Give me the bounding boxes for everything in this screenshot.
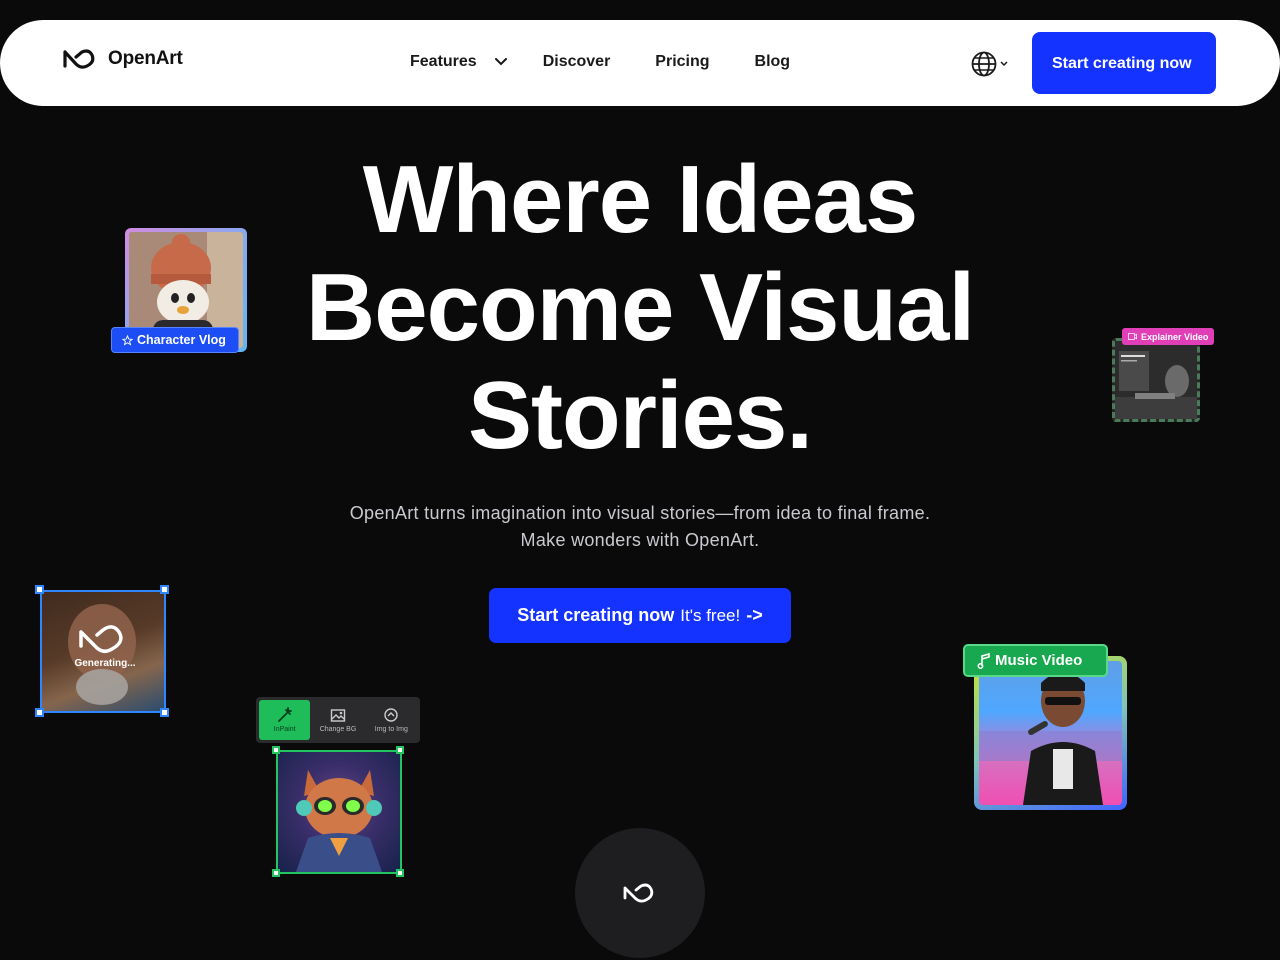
music-video-card xyxy=(974,656,1127,810)
music-video-badge: Music Video xyxy=(963,644,1108,677)
resize-handle[interactable] xyxy=(160,585,169,594)
image-tool-bar: InPaint Change BG Img to Img xyxy=(256,697,420,743)
nav-features[interactable]: Features xyxy=(410,53,507,71)
nav-start-creating-button[interactable]: Start creating now xyxy=(1032,32,1216,94)
music-video-label: Music Video xyxy=(995,652,1083,669)
hero-subtitle: OpenArt turns imagination into visual st… xyxy=(240,500,1040,554)
resize-handle[interactable] xyxy=(272,746,280,754)
character-vlog-label: Character Vlog xyxy=(137,333,226,347)
resize-handle[interactable] xyxy=(160,708,169,717)
change-bg-icon xyxy=(330,709,346,722)
infinity-icon xyxy=(79,625,123,653)
hero-subtitle-line: Make wonders with OpenArt. xyxy=(520,530,760,550)
chevron-down-icon xyxy=(494,58,507,66)
openart-logo-icon xyxy=(63,49,95,69)
tool-change-bg[interactable]: Change BG xyxy=(312,700,363,740)
generating-label: Generating... xyxy=(74,658,136,669)
hero-cta-bold: Start creating now xyxy=(517,605,675,625)
explainer-video-card xyxy=(1112,338,1200,422)
resize-handle[interactable] xyxy=(35,708,44,717)
generating-card: Generating... xyxy=(40,590,166,713)
language-selector[interactable] xyxy=(970,50,1008,78)
hero-title-line: Where Ideas xyxy=(362,146,919,253)
top-nav: OpenArt Features Discover Pricing Blog S… xyxy=(0,20,1280,106)
globe-icon xyxy=(971,51,997,77)
star-icon xyxy=(122,334,133,346)
resize-handle[interactable] xyxy=(396,869,404,877)
chevron-down-icon xyxy=(1000,61,1008,67)
explainer-video-label: Explainer Video xyxy=(1141,331,1209,342)
infinity-icon xyxy=(623,883,654,903)
openart-fab[interactable] xyxy=(575,828,705,958)
hero-title-line: Stories. xyxy=(467,362,813,469)
resize-handle[interactable] xyxy=(272,869,280,877)
hero-title-line: Become Visual xyxy=(305,254,975,361)
hero-subtitle-line: OpenArt turns imagination into visual st… xyxy=(349,503,931,523)
music-video-image xyxy=(979,661,1122,805)
tool-inpaint-label: InPaint xyxy=(273,726,296,733)
video-icon xyxy=(1128,333,1137,340)
tool-img-to-img-label: Img to Img xyxy=(374,726,408,733)
img-to-img-icon xyxy=(384,708,399,722)
resize-handle[interactable] xyxy=(35,585,44,594)
nav-pricing[interactable]: Pricing xyxy=(655,53,709,71)
brand-name: OpenArt xyxy=(108,48,183,69)
tool-inpaint[interactable]: InPaint xyxy=(259,700,311,740)
hero-start-creating-button[interactable]: Start creating now It's free! -> xyxy=(489,588,791,643)
tool-change-bg-label: Change BG xyxy=(319,726,357,733)
music-note-icon xyxy=(977,652,990,669)
logo[interactable]: OpenArt xyxy=(62,48,183,70)
hero-title: Where Ideas Become Visual Stories. xyxy=(240,146,1040,470)
character-vlog-badge: Character Vlog xyxy=(111,327,239,353)
arrow-icon: -> xyxy=(746,605,763,625)
inpaint-icon xyxy=(277,707,292,722)
tool-img-to-img[interactable]: Img to Img xyxy=(366,700,417,740)
nav-links: Features Discover Pricing Blog xyxy=(410,53,834,71)
nav-blog[interactable]: Blog xyxy=(755,53,791,71)
explainer-video-badge: Explainer Video xyxy=(1122,328,1215,345)
nav-discover[interactable]: Discover xyxy=(543,53,611,71)
nav-features-label: Features xyxy=(410,53,477,70)
resize-handle[interactable] xyxy=(396,746,404,754)
hero-cta-free: It's free! xyxy=(680,605,741,625)
cat-image-card xyxy=(276,750,402,874)
